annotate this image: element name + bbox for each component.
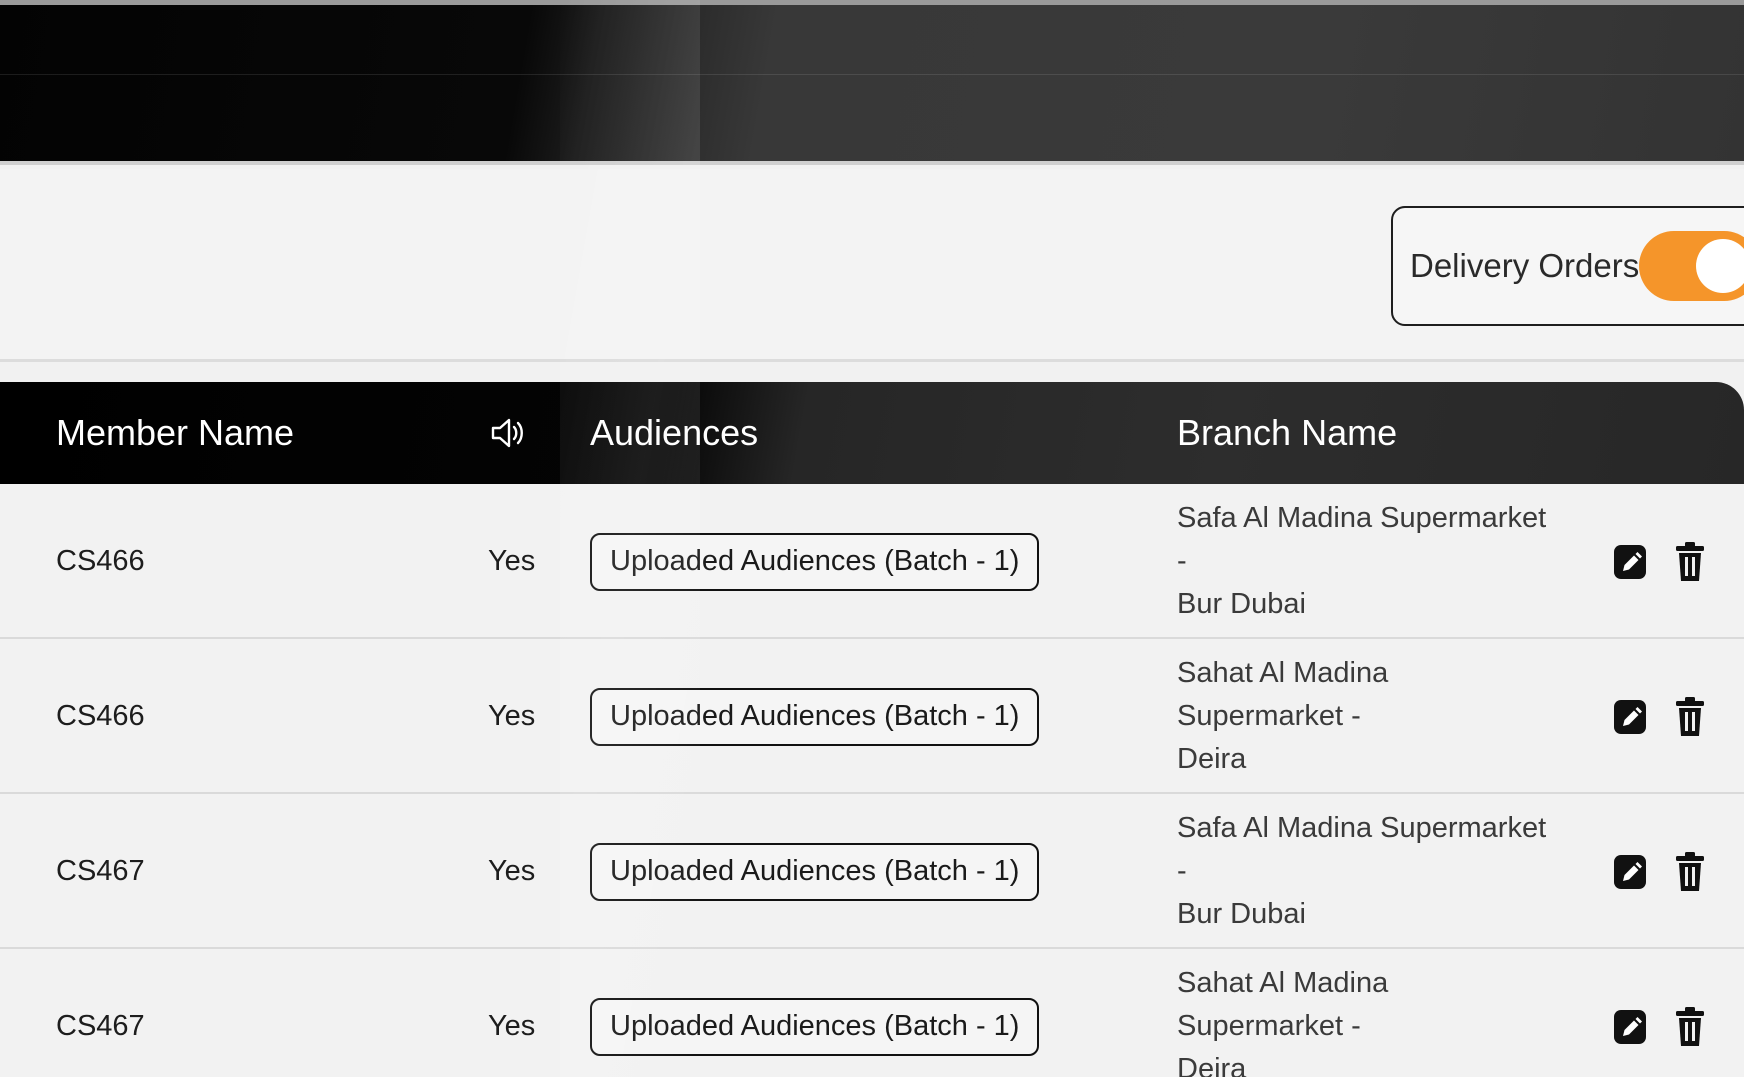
audience-badge[interactable]: Uploaded Audiences (Batch - 1)	[590, 842, 1040, 901]
table-header: Member Name Audiences Branch Name	[0, 382, 1744, 484]
edit-button[interactable]	[1612, 695, 1648, 739]
audience-cell: Uploaded Audiences (Batch - 1)	[590, 949, 1040, 1077]
row-actions	[1612, 794, 1708, 949]
edit-button[interactable]	[1612, 540, 1648, 584]
header-divider	[0, 74, 1744, 75]
trash-icon	[1676, 696, 1704, 736]
announce-cell: Yes	[488, 545, 536, 577]
audience-cell: Uploaded Audiences (Batch - 1)	[590, 639, 1040, 794]
branch-name-line2: Deira	[1177, 743, 1247, 775]
branch-name-cell: Sahat Al Madina Supermarket - Deira	[1177, 949, 1557, 1077]
switch-knob	[1696, 239, 1744, 293]
branch-name-cell: Sahat Al Madina Supermarket - Deira	[1177, 639, 1557, 794]
edit-button[interactable]	[1612, 1005, 1648, 1049]
edit-icon	[1614, 854, 1646, 889]
column-header-announce[interactable]	[488, 382, 528, 484]
edit-icon	[1614, 544, 1646, 579]
audience-badge[interactable]: Uploaded Audiences (Batch - 1)	[590, 687, 1040, 746]
column-header-branch-name[interactable]: Branch Name	[1177, 382, 1397, 484]
row-actions	[1612, 639, 1708, 794]
column-header-audiences[interactable]: Audiences	[590, 382, 758, 484]
edit-button[interactable]	[1612, 850, 1648, 894]
delivery-orders-switch[interactable]	[1639, 231, 1744, 301]
table-row: CS467 Yes Uploaded Audiences (Batch - 1)…	[0, 794, 1744, 949]
column-header-member-name[interactable]: Member Name	[56, 382, 294, 484]
delete-button[interactable]	[1672, 540, 1708, 584]
table-row: CS466 Yes Uploaded Audiences (Batch - 1)…	[0, 639, 1744, 794]
member-name-cell: CS466	[56, 700, 145, 732]
branch-name-line1: Sahat Al Madina Supermarket -	[1177, 657, 1389, 732]
delivery-orders-label: Delivery Orders	[1410, 247, 1640, 284]
trash-icon	[1676, 1006, 1704, 1046]
edit-icon	[1614, 699, 1646, 734]
app-page: Delivery Orders Member Name Audiences Br…	[0, 0, 1744, 1077]
member-name-cell: CS466	[56, 545, 145, 577]
branch-name-line1: Safa Al Madina Supermarket -	[1177, 812, 1547, 887]
delete-button[interactable]	[1672, 850, 1708, 894]
branch-name-line2: Bur Dubai	[1177, 588, 1306, 620]
delete-button[interactable]	[1672, 695, 1708, 739]
delivery-orders-toggle[interactable]: Delivery Orders	[1391, 206, 1744, 326]
row-actions	[1612, 484, 1708, 639]
audience-badge[interactable]: Uploaded Audiences (Batch - 1)	[590, 532, 1040, 591]
trash-icon	[1676, 851, 1704, 891]
speaker-icon	[491, 418, 523, 448]
announce-cell: Yes	[488, 1010, 536, 1042]
audience-cell: Uploaded Audiences (Batch - 1)	[590, 484, 1040, 639]
trash-icon	[1676, 541, 1704, 581]
member-name-cell: CS467	[56, 855, 145, 887]
delete-button[interactable]	[1672, 1005, 1708, 1049]
filter-toolbar: Delivery Orders	[0, 169, 1744, 362]
announce-cell: Yes	[488, 700, 536, 732]
top-header-bar	[0, 0, 1744, 165]
branch-name-line2: Deira	[1177, 1053, 1247, 1077]
branch-name-line1: Sahat Al Madina Supermarket -	[1177, 967, 1389, 1042]
row-actions	[1612, 949, 1708, 1077]
member-name-cell: CS467	[56, 1010, 145, 1042]
branch-name-cell: Safa Al Madina Supermarket - Bur Dubai	[1177, 484, 1557, 639]
audience-cell: Uploaded Audiences (Batch - 1)	[590, 794, 1040, 949]
announce-cell: Yes	[488, 855, 536, 887]
branch-name-cell: Safa Al Madina Supermarket - Bur Dubai	[1177, 794, 1557, 949]
branch-name-line2: Bur Dubai	[1177, 898, 1306, 930]
table-row: CS467 Yes Uploaded Audiences (Batch - 1)…	[0, 949, 1744, 1077]
table-row: CS466 Yes Uploaded Audiences (Batch - 1)…	[0, 484, 1744, 639]
audience-badge[interactable]: Uploaded Audiences (Batch - 1)	[590, 997, 1040, 1056]
edit-icon	[1614, 1009, 1646, 1044]
branch-name-line1: Safa Al Madina Supermarket -	[1177, 502, 1547, 577]
